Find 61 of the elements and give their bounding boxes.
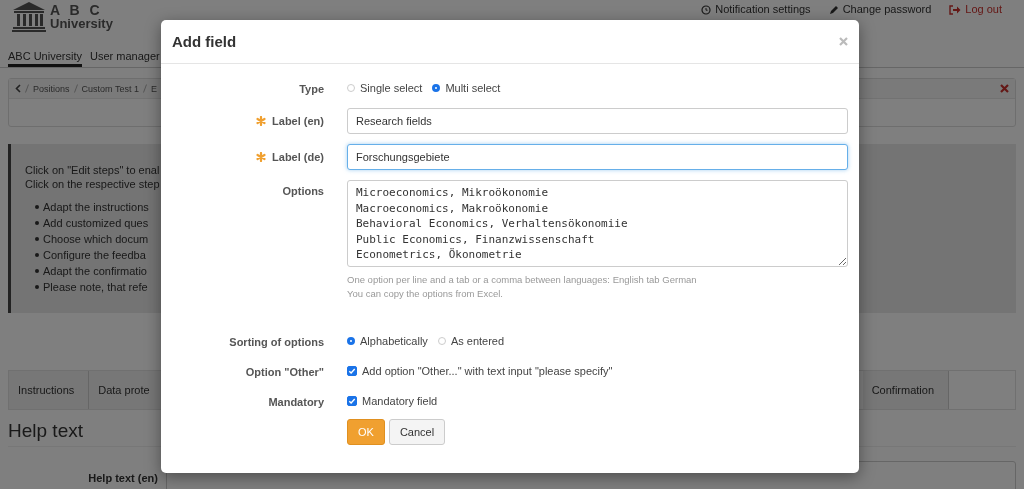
options-textarea[interactable]: Microeconomics, Mikroökonomie Macroeconomics, Makroökonomie Behavioral Economics, Verhaltensökonomiie Public Economics, Finanzwissenschaft Econometrics, Ökonometrie [347, 180, 848, 267]
info-bullet-text: Adapt the instructions [43, 200, 149, 214]
breadcrumb-separator-icon [73, 84, 78, 93]
info-bullet-text: Add customized ques [43, 216, 149, 230]
header-link[interactable]: Notification settings [701, 3, 811, 16]
dialog-title: Add field [172, 33, 237, 50]
cancel-button[interactable]: Cancel [388, 419, 446, 445]
breadcrumb-separator-icon [142, 84, 147, 93]
nav-tab[interactable]: ABC University [8, 46, 82, 67]
step-tab[interactable]: Confirmation [862, 371, 949, 409]
close-icon[interactable] [1000, 84, 1009, 93]
breadcrumb-link[interactable]: Custom Test 1 [81, 83, 139, 94]
help-text: You can copy the options from Excel. [347, 287, 504, 301]
bullet-icon [35, 205, 39, 209]
radio-button[interactable] [432, 84, 441, 92]
field-label: Help text (en) [87, 472, 158, 484]
logo-text: University [50, 17, 113, 30]
field-label: Type [299, 83, 324, 95]
field-label: Options [282, 185, 324, 197]
chevron-left-icon[interactable] [15, 84, 21, 93]
radio-button[interactable] [347, 337, 355, 345]
info-bullet-text: Please note, that refe [43, 280, 148, 294]
help-text: One option per line and a tab or a comma between languages: English tab German [347, 273, 698, 287]
logout-icon [949, 4, 962, 15]
checkbox-label: Mandatory field [362, 395, 438, 407]
bullet-icon [35, 237, 39, 241]
radio-button[interactable] [347, 84, 355, 92]
text-input[interactable]: Forschungsgebiete [347, 144, 848, 170]
radio-label: Alphabetically [360, 335, 428, 347]
field-label: Label (en) [272, 115, 324, 127]
header-link[interactable]: Change password [828, 3, 932, 16]
checkbox[interactable] [347, 366, 357, 376]
info-bullet-text: Configure the feedba [43, 248, 146, 262]
info-text: Click on the respective step [25, 177, 160, 191]
logo-text: A B C [50, 4, 104, 17]
bullet-icon [35, 253, 39, 257]
checkbox[interactable] [347, 396, 357, 406]
field-label: Option "Other" [245, 366, 324, 378]
bullet-icon [35, 269, 39, 273]
field-label: Sorting of options [229, 336, 324, 348]
info-bullet-text: Adapt the confirmatio [43, 264, 147, 278]
radio-label: As entered [450, 335, 505, 347]
clock-icon [701, 4, 712, 15]
breadcrumb-link[interactable]: Positions [33, 83, 70, 94]
radio-label: Single select [360, 82, 423, 94]
building-icon [12, 2, 46, 32]
info-text: Click on "Edit steps" to enal [25, 163, 160, 177]
checkbox-label: Add option "Other..." with text input "please specify" [362, 365, 613, 377]
bullet-icon [35, 221, 39, 225]
bullet-icon [35, 285, 39, 289]
nav-tab[interactable]: User manager [89, 46, 160, 67]
field-label: Label (de) [272, 151, 324, 163]
radio-button[interactable] [437, 337, 446, 345]
text-input[interactable]: Research fields [347, 108, 848, 134]
step-tab[interactable]: Instructions [9, 371, 90, 409]
info-bullet-text: Choose which docum [43, 232, 149, 246]
breadcrumb-link[interactable]: E [150, 83, 157, 94]
pencil-icon [828, 4, 839, 15]
header-link[interactable]: Log out [949, 3, 1002, 16]
field-label: Mandatory [268, 396, 324, 408]
radio-label: Multi select [445, 82, 501, 94]
